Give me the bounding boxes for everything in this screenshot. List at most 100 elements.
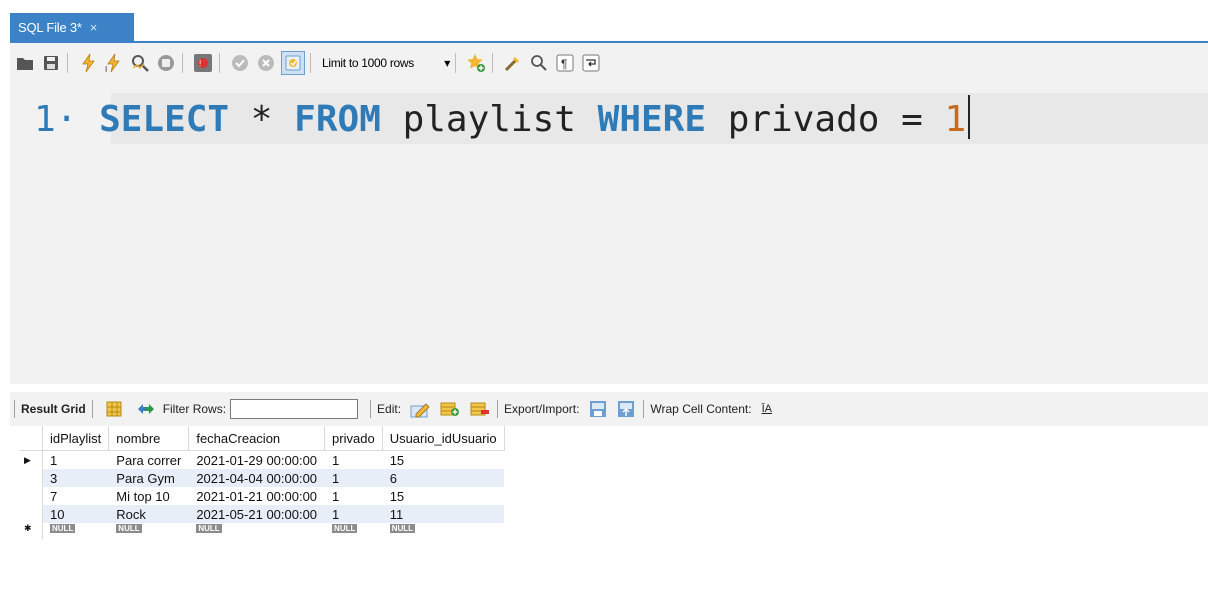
keyword-select: SELECT [99, 99, 230, 140]
column-header[interactable]: fechaCreacion [188, 426, 326, 451]
row-marker-header [20, 426, 43, 451]
table-row[interactable]: 3 Para Gym 2021-04-04 00:00:00 1 6 [20, 469, 505, 487]
filter-rows-input[interactable] [230, 399, 359, 419]
sql-editor[interactable]: 1· SELECT * FROM playlist WHERE privado … [10, 83, 1208, 384]
grid-cell[interactable]: Mi top 10 [109, 487, 189, 505]
keyword-where: WHERE [597, 99, 707, 140]
grid-cell[interactable]: 1 [324, 505, 383, 523]
column-header[interactable]: idPlaylist [42, 426, 110, 451]
svg-text:I: I [105, 65, 107, 73]
number-literal: 1 [944, 99, 967, 140]
edit-label: Edit: [377, 402, 402, 416]
wrap-cell-label: Wrap Cell Content: [650, 402, 752, 416]
grid-header-row: idPlaylist nombre fechaCreacion privado … [20, 426, 505, 451]
grid-cell[interactable]: 15 [382, 451, 504, 470]
svg-text:¶: ¶ [561, 57, 567, 71]
row-marker [20, 469, 43, 487]
limit-rows-label: Limit to 1000 rows [322, 56, 414, 70]
code-line: 1· SELECT * FROM playlist WHERE privado … [34, 95, 971, 144]
find-replace-icon[interactable] [528, 52, 550, 74]
grid-cell[interactable]: NULL [325, 523, 383, 539]
grid-cell[interactable]: 2021-01-21 00:00:00 [189, 487, 325, 505]
wrap-lines-icon[interactable] [580, 52, 602, 74]
toolbar-separator [219, 53, 220, 73]
edit-row-icon[interactable] [409, 398, 431, 420]
grid-cell[interactable]: 10 [42, 505, 109, 523]
grid-cell[interactable]: 1 [43, 451, 109, 470]
result-grid-tab[interactable]: Result Grid [21, 402, 86, 416]
add-snippet-icon[interactable] [465, 52, 487, 74]
stop-on-error-icon[interactable]: ! [192, 52, 214, 74]
grid-cell[interactable]: NULL [189, 523, 325, 539]
toolbar-separator [497, 400, 499, 418]
stop-icon[interactable] [155, 52, 177, 74]
tab-strip: SQL File 3* × [0, 0, 1208, 43]
grid-cell[interactable]: 1 [325, 451, 383, 470]
grid-cell[interactable]: Rock [108, 505, 189, 523]
grid-cell[interactable]: 15 [382, 487, 504, 505]
table-row[interactable]: 7 Mi top 10 2021-01-21 00:00:00 1 15 [20, 487, 504, 505]
keyword-from: FROM [294, 99, 381, 140]
null-badge: NULL [332, 524, 358, 533]
grid-cell[interactable]: 2021-01-29 00:00:00 [189, 451, 325, 470]
table-row[interactable]: 10 Rock 2021-05-21 00:00:00 1 11 [20, 505, 505, 523]
toolbar-separator [310, 53, 311, 73]
column-header[interactable]: Usuario_idUsuario [382, 426, 505, 451]
beautify-icon[interactable] [502, 52, 524, 74]
current-row-marker-icon: ▶ [20, 450, 43, 469]
export-icon[interactable] [587, 398, 609, 420]
grid-cell[interactable]: 2021-04-04 00:00:00 [188, 469, 325, 487]
column-header[interactable]: privado [324, 426, 383, 451]
toolbar-separator [370, 400, 372, 418]
commit-icon[interactable] [229, 52, 251, 74]
result-grid: idPlaylist nombre fechaCreacion privado … [20, 426, 505, 539]
line-marker: · [55, 99, 78, 140]
delete-row-icon[interactable] [469, 398, 491, 420]
table-row[interactable]: ▶ 1 Para correr 2021-01-29 00:00:00 1 15 [20, 450, 504, 470]
tab-title: SQL File 3* [18, 20, 82, 35]
grid-cell[interactable]: NULL [109, 523, 189, 539]
execute-current-icon[interactable]: I [103, 52, 125, 74]
toolbar-separator [91, 400, 93, 418]
limit-rows-select[interactable]: Limit to 1000 rows ▾ [322, 56, 450, 70]
refresh-icon[interactable] [135, 398, 157, 420]
grid-cell[interactable]: NULL [382, 523, 504, 539]
star-token: * [250, 99, 273, 140]
new-row-marker-icon: ✱ [20, 523, 43, 539]
save-icon[interactable] [40, 52, 62, 74]
close-icon[interactable]: × [90, 20, 98, 35]
open-folder-icon[interactable] [14, 52, 36, 74]
grid-view-icon[interactable] [103, 398, 125, 420]
grid-cell[interactable]: 6 [382, 469, 505, 487]
editor-toolbar: I ! Limit to 1000 rows ▾ ¶ [10, 43, 1208, 83]
line-number: 1 [34, 99, 56, 140]
grid-cell[interactable]: 11 [382, 505, 505, 523]
rollback-icon[interactable] [255, 52, 277, 74]
wrap-cell-icon[interactable]: ĪA [762, 403, 772, 415]
grid-cell[interactable]: Para correr [109, 451, 189, 470]
chevron-down-icon: ▾ [444, 56, 450, 70]
grid-cell[interactable]: 1 [325, 487, 383, 505]
import-icon[interactable] [615, 398, 637, 420]
tab-sql-file[interactable]: SQL File 3* × [10, 13, 134, 42]
toolbar-separator [455, 53, 456, 73]
grid-cell[interactable]: 2021-05-21 00:00:00 [188, 505, 325, 523]
filter-rows-label: Filter Rows: [162, 402, 227, 416]
grid-cell[interactable]: 3 [42, 469, 109, 487]
execute-lightning-icon[interactable] [77, 52, 99, 74]
invisible-chars-icon[interactable]: ¶ [554, 52, 576, 74]
explain-icon[interactable] [129, 52, 151, 74]
grid-cell[interactable]: NULL [43, 523, 109, 539]
grid-cell[interactable]: 1 [324, 469, 383, 487]
operator: = [901, 99, 923, 140]
new-row[interactable]: ✱ NULL NULL NULL NULL NULL [20, 523, 504, 539]
autocommit-toggle-icon[interactable] [281, 51, 305, 75]
result-toolbar: Result Grid Filter Rows: Edit: Export/Im… [10, 392, 1208, 426]
export-import-label: Export/Import: [504, 402, 580, 416]
column-header[interactable]: nombre [108, 426, 190, 451]
grid-cell[interactable]: 7 [43, 487, 109, 505]
add-row-icon[interactable] [439, 398, 461, 420]
toolbar-separator [182, 53, 183, 73]
grid-cell[interactable]: Para Gym [108, 469, 189, 487]
null-badge: NULL [116, 524, 142, 533]
